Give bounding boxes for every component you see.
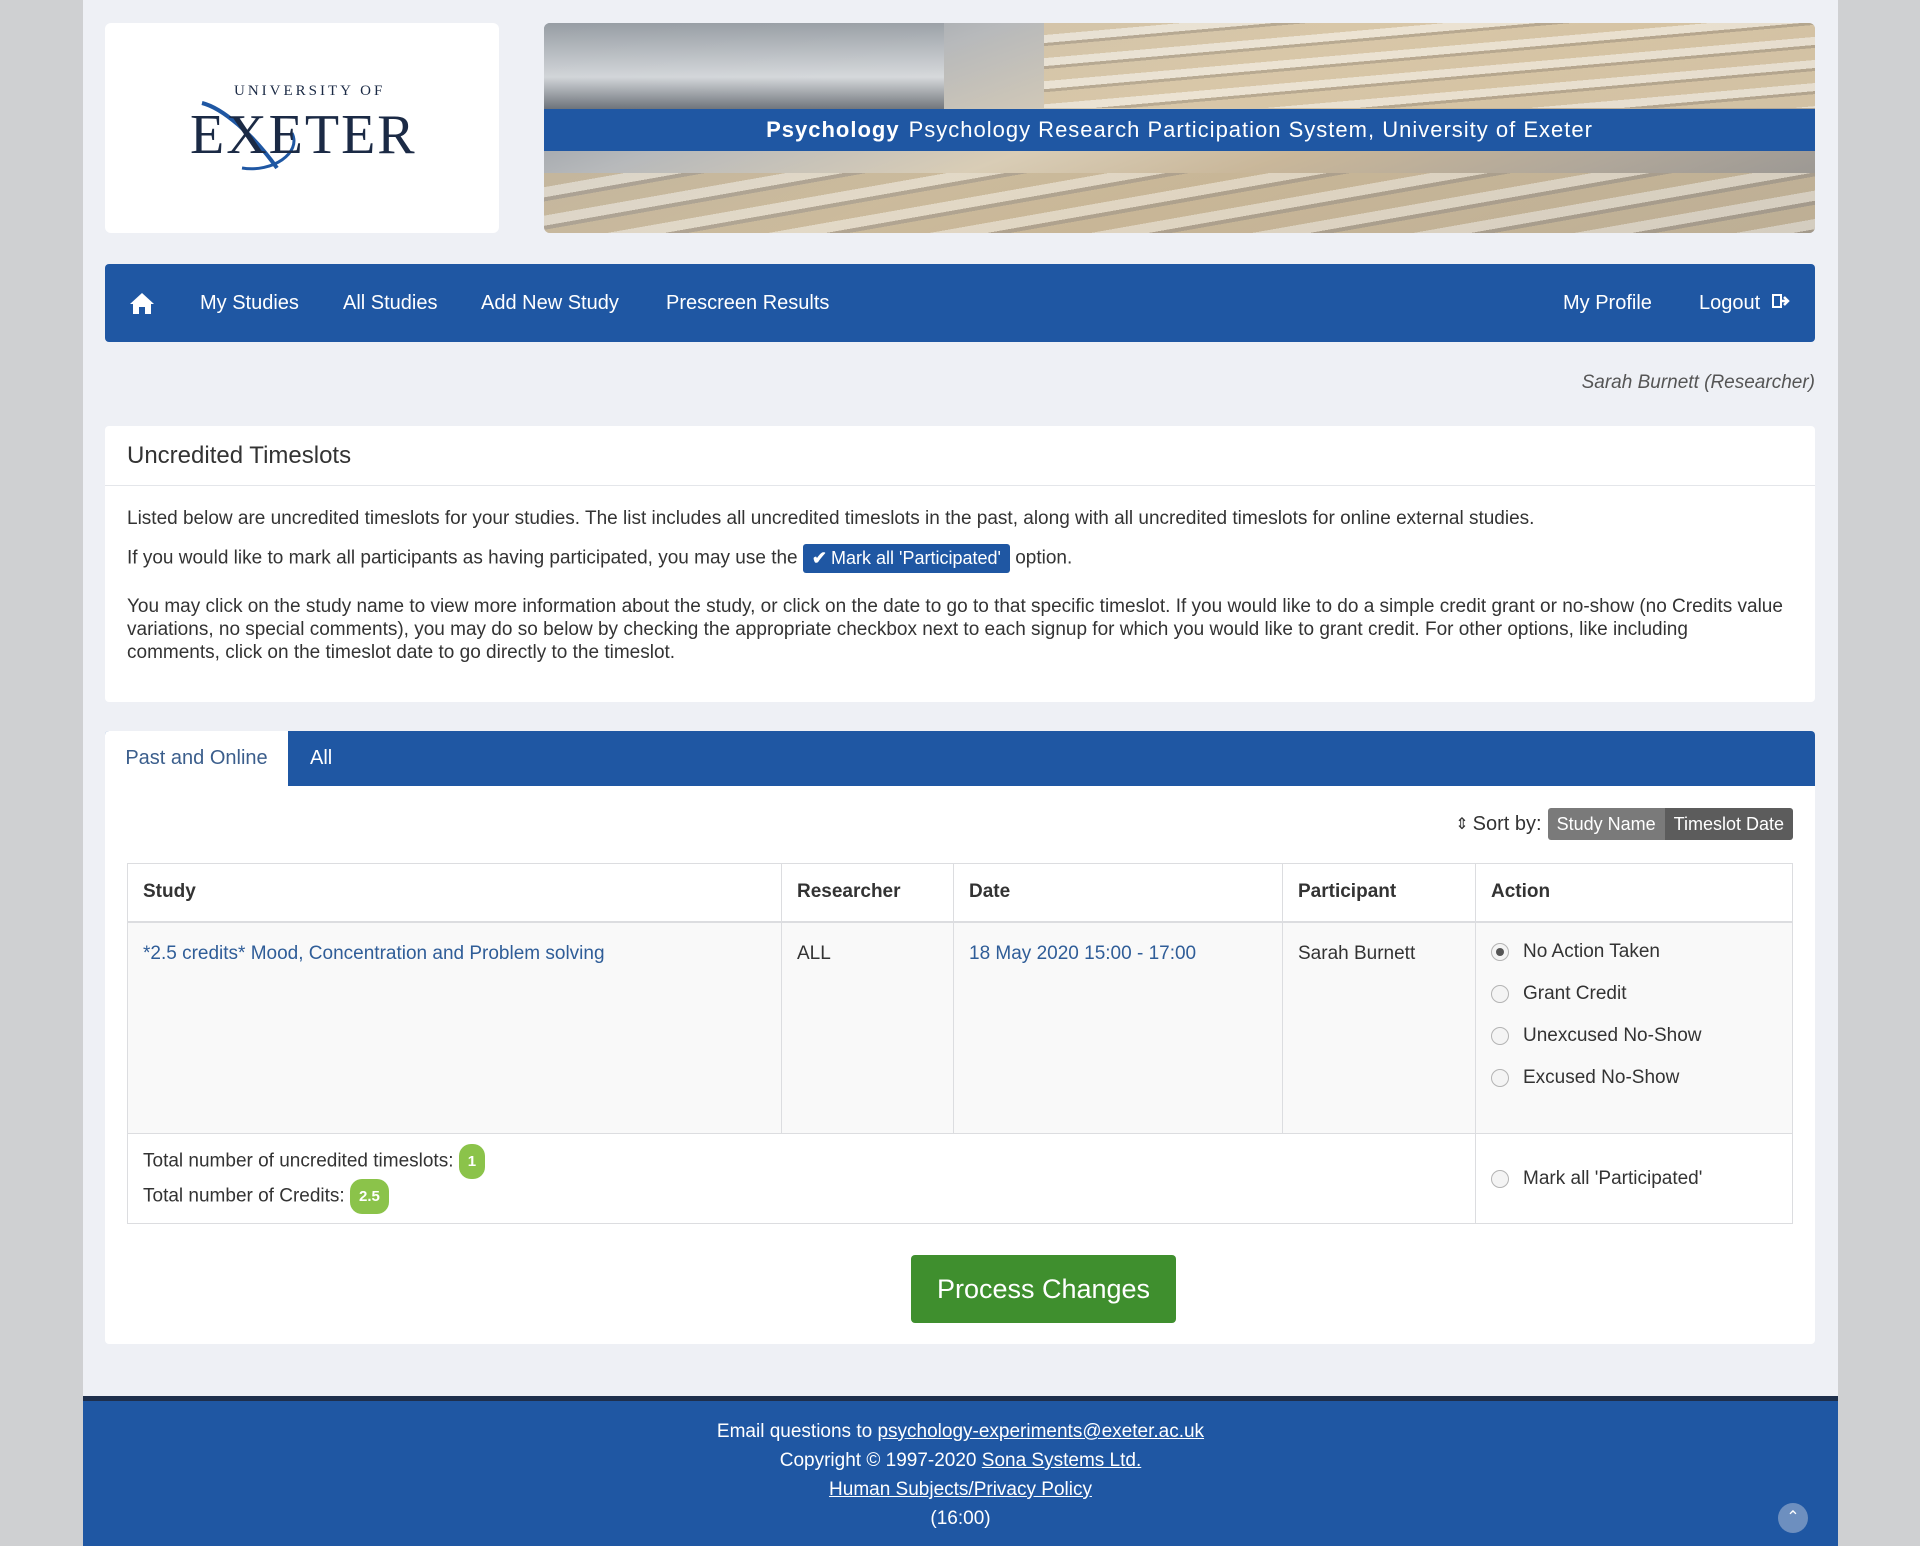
home-icon[interactable]: [129, 290, 155, 316]
footer-copyright-line: Copyright © 1997-2020 Sona Systems Ltd.: [83, 1446, 1838, 1475]
timeslots-panel: Past and Online All ⇕ Sort by: Study Nam…: [105, 731, 1815, 1344]
page: UNIVERSITY OF EXETER Psychology Psycholo…: [83, 0, 1838, 1546]
mark-all-participated-label: Mark all 'Participated': [831, 548, 1001, 568]
cell-study: *2.5 credits* Mood, Concentration and Pr…: [127, 921, 782, 1134]
info-paragraph-2-after: option.: [1015, 547, 1073, 569]
nav-my-studies[interactable]: My Studies: [200, 264, 299, 342]
totals-cell: Total number of uncredited timeslots: 1 …: [127, 1133, 1476, 1224]
table-row: *2.5 credits* Mood, Concentration and Pr…: [127, 921, 1793, 1134]
total-credits-badge: 2.5: [349, 1178, 389, 1214]
footer-sona-link[interactable]: Sona Systems Ltd.: [982, 1450, 1141, 1471]
footer-copyright: Copyright © 1997-2020: [779, 1450, 977, 1471]
info-paragraph-3: You may click on the study name to view …: [127, 596, 1783, 663]
mark-all-participated-button[interactable]: ✔ Mark all 'Participated': [802, 544, 1010, 573]
banner-title-text: Psychology Research Participation System…: [908, 117, 1593, 142]
info-paragraph-1: Listed below are uncredited timeslots fo…: [127, 508, 1535, 529]
radio-unexcused-no-show[interactable]: [1491, 1026, 1509, 1045]
total-timeslots: Total number of uncredited timeslots: 1: [143, 1143, 1460, 1179]
column-header-participant: Participant: [1282, 863, 1476, 923]
cell-participant: Sarah Burnett: [1282, 921, 1476, 1134]
footer: Email questions to psychology-experiment…: [83, 1396, 1838, 1546]
radio-no-action-taken[interactable]: [1491, 942, 1509, 961]
radio-grant-credit[interactable]: [1491, 984, 1509, 1003]
nav-logout[interactable]: Logout: [1699, 264, 1790, 342]
header-banner: Psychology Psychology Research Participa…: [544, 23, 1815, 233]
total-credits-label: Total number of Credits:: [143, 1185, 345, 1207]
action-label: Grant Credit: [1523, 982, 1627, 1004]
footer-time: (16:00): [930, 1508, 991, 1529]
logo-university-text: UNIVERSITY OF: [234, 83, 386, 99]
logo-exeter-text: EXETER: [190, 104, 417, 166]
radio-mark-all-participated[interactable]: [1491, 1169, 1509, 1188]
sort-label: Sort by:: [1472, 812, 1542, 835]
check-icon: ✔: [811, 548, 827, 568]
action-label: No Action Taken: [1523, 940, 1660, 962]
nav-add-new-study[interactable]: Add New Study: [481, 264, 619, 342]
action-label: Unexcused No-Show: [1523, 1024, 1702, 1046]
cell-researcher: ALL: [781, 921, 954, 1134]
info-panel: Uncredited Timeslots Listed below are un…: [105, 426, 1815, 702]
logout-icon: [1771, 265, 1790, 343]
mark-all-participated-text: Mark all 'Participated': [1523, 1167, 1703, 1189]
scroll-to-top-icon[interactable]: ⌃: [1778, 1503, 1808, 1533]
sort-icon: ⇕: [1455, 816, 1469, 833]
action-label: Excused No-Show: [1523, 1066, 1680, 1088]
column-header-researcher: Researcher: [781, 863, 954, 923]
column-header-date: Date: [953, 863, 1283, 923]
tab-bar: Past and Online All: [105, 731, 1815, 786]
footer-email-link[interactable]: psychology-experiments@exeter.ac.uk: [877, 1421, 1204, 1442]
current-user: Sarah Burnett (Researcher): [1581, 372, 1815, 393]
cell-action: No Action Taken Grant Credit Unexcused N…: [1475, 921, 1793, 1134]
info-paragraph-2-before: If you would like to mark all participan…: [127, 547, 798, 569]
footer-privacy-link[interactable]: Human Subjects/Privacy Policy: [829, 1479, 1092, 1500]
table-header-row: Study Researcher Date Participant Action: [127, 863, 1793, 923]
sort-timeslot-date-button[interactable]: Timeslot Date: [1664, 808, 1793, 840]
footer-email-prefix: Email questions to: [716, 1421, 873, 1442]
footer-email-line: Email questions to psychology-experiment…: [83, 1417, 1838, 1446]
radio-excused-no-show[interactable]: [1491, 1068, 1509, 1087]
nav-logout-label: Logout: [1699, 292, 1761, 314]
mark-all-participated-option[interactable]: Mark all 'Participated': [1491, 1158, 1777, 1200]
study-link[interactable]: *2.5 credits* Mood, Concentration and Pr…: [143, 943, 605, 964]
sort-study-name-button[interactable]: Study Name: [1547, 808, 1665, 840]
sort-control: ⇕ Sort by: Study Name Timeslot Date: [1455, 808, 1793, 840]
university-logo[interactable]: UNIVERSITY OF EXETER: [105, 23, 499, 233]
totals-row: Total number of uncredited timeslots: 1 …: [127, 1133, 1793, 1224]
process-changes-button[interactable]: Process Changes: [911, 1255, 1176, 1323]
nav-all-studies[interactable]: All Studies: [343, 264, 438, 342]
timeslot-date-link[interactable]: 18 May 2020 15:00 - 17:00: [969, 943, 1196, 964]
mark-all-cell: Mark all 'Participated': [1475, 1133, 1793, 1224]
action-no-action-taken[interactable]: No Action Taken: [1491, 931, 1777, 973]
tab-all[interactable]: All: [310, 731, 332, 786]
footer-privacy-line: Human Subjects/Privacy Policy: [83, 1475, 1838, 1504]
banner-title-bold: Psychology: [766, 117, 900, 142]
action-unexcused-no-show[interactable]: Unexcused No-Show: [1491, 1015, 1777, 1057]
action-excused-no-show[interactable]: Excused No-Show: [1491, 1057, 1777, 1099]
nav-prescreen-results[interactable]: Prescreen Results: [666, 264, 829, 342]
banner-title: Psychology Psychology Research Participa…: [544, 109, 1815, 151]
total-timeslots-badge: 1: [458, 1143, 486, 1179]
main-nav: My Studies All Studies Add New Study Pre…: [105, 264, 1815, 342]
cell-date: 18 May 2020 15:00 - 17:00: [953, 921, 1283, 1134]
tab-past-and-online[interactable]: Past and Online: [105, 731, 288, 786]
info-paragraph-2: If you would like to mark all participan…: [127, 544, 1785, 573]
total-credits: Total number of Credits: 2.5: [143, 1178, 1460, 1214]
column-header-study: Study: [127, 863, 782, 923]
nav-my-profile[interactable]: My Profile: [1563, 264, 1652, 342]
page-title: Uncredited Timeslots: [105, 426, 1815, 486]
column-header-action: Action: [1475, 863, 1793, 923]
action-grant-credit[interactable]: Grant Credit: [1491, 973, 1777, 1015]
total-timeslots-label: Total number of uncredited timeslots:: [143, 1150, 454, 1172]
timeslots-table: Study Researcher Date Participant Action…: [127, 863, 1793, 1224]
